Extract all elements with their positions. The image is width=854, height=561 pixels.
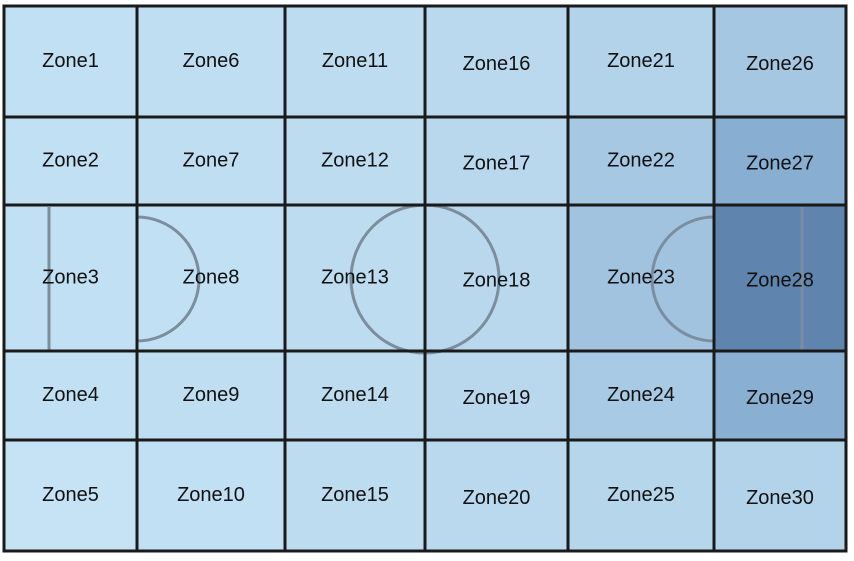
- zone-label: Zone12: [321, 149, 389, 171]
- zone-label: Zone23: [607, 266, 675, 288]
- pitch-zone-grid: Zone1 Zone2 Zone3 Zone4 Zone5 Zone6 Zone7 Zone8…: [2, 4, 848, 553]
- zone-label: Zone19: [463, 387, 531, 409]
- zone-label: Zone10: [177, 484, 245, 506]
- zone-label: Zone17: [463, 152, 531, 174]
- zone-label: Zone27: [746, 152, 814, 174]
- zone-label: Zone24: [607, 384, 675, 406]
- zone-label: Zone21: [607, 50, 675, 72]
- zone-label: Zone29: [746, 387, 814, 409]
- zone-label: Zone16: [463, 53, 531, 75]
- zone-label: Zone14: [321, 384, 389, 406]
- zone-label: Zone9: [183, 384, 240, 406]
- zone-label: Zone15: [321, 484, 389, 506]
- zone-label: Zone30: [746, 487, 814, 509]
- zone-label: Zone1: [42, 50, 99, 72]
- zone-label: Zone3: [42, 266, 99, 288]
- zone-label: Zone7: [183, 149, 240, 171]
- zone-label: Zone28: [746, 269, 814, 291]
- zone-label: Zone13: [321, 266, 389, 288]
- zone-label: Zone11: [322, 50, 388, 72]
- zone-label: Zone6: [183, 50, 240, 72]
- zone-label: Zone26: [746, 53, 814, 75]
- zone-label: Zone25: [607, 484, 675, 506]
- zone-label: Zone5: [42, 484, 99, 506]
- zone-label: Zone4: [42, 384, 99, 406]
- zone-label: Zone2: [42, 149, 99, 171]
- zone-label: Zone22: [607, 149, 675, 171]
- zone-label: Zone20: [463, 487, 531, 509]
- zone-label: Zone18: [463, 269, 531, 291]
- zone-label: Zone8: [183, 266, 240, 288]
